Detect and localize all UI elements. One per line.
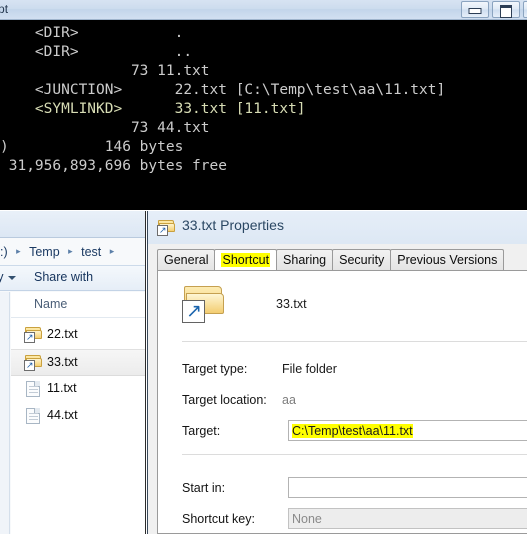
text-document-icon	[24, 380, 43, 397]
breadcrumb-item-drive[interactable]: :)	[0, 245, 8, 259]
console-line: 73 11.txt	[0, 63, 210, 79]
folder-shortcut-icon: ↗	[24, 354, 43, 371]
text-document-icon	[24, 407, 43, 424]
dialog-title: 33.txt Properties	[182, 217, 284, 233]
file-list[interactable]: Name ↗ 22.txt ↗ 33.txt 11.txt 44.txt	[11, 292, 145, 534]
console-output: <DIR> . <DIR> .. 73 11.txt <JUNCTION> 22…	[0, 20, 527, 210]
start-in-input[interactable]	[288, 477, 527, 498]
divider	[182, 341, 527, 342]
divider	[182, 454, 527, 455]
console-line: ) 146 bytes	[0, 139, 184, 155]
console-title-text: pt	[0, 2, 9, 16]
list-item-label: 44.txt	[47, 408, 78, 422]
tab-general[interactable]: General	[157, 249, 216, 270]
list-item-label: 11.txt	[47, 381, 77, 395]
console-line: <JUNCTION> 22.txt [C:\Temp\test\aa\11.tx…	[0, 82, 446, 98]
target-type-value: File folder	[282, 362, 337, 376]
explorer-titlebar	[0, 211, 145, 238]
tab-previous-versions[interactable]: Previous Versions	[390, 249, 505, 270]
list-item[interactable]: ↗ 22.txt	[11, 322, 145, 349]
folder-shortcut-icon: ↗	[24, 326, 43, 343]
minimize-button[interactable]	[461, 1, 489, 18]
breadcrumb-item-temp[interactable]: Temp	[29, 245, 60, 259]
minimize-icon	[468, 8, 482, 14]
target-input-value: C:\Temp\test\aa\11.txt	[292, 424, 413, 438]
target-type-label: Target type:	[182, 362, 248, 376]
maximize-icon	[500, 5, 512, 18]
column-header-row[interactable]: Name	[11, 292, 145, 318]
close-button[interactable]: ×	[523, 1, 527, 18]
console-line: 31,956,893,696 bytes free	[0, 158, 227, 174]
column-header-name[interactable]: Name	[34, 297, 67, 311]
chevron-right-icon: ▸	[68, 246, 73, 257]
tab-shortcut[interactable]: Shortcut	[214, 249, 278, 270]
target-location-value: aa	[282, 393, 296, 407]
shortcut-key-input-value: None	[292, 512, 322, 526]
shortcut-key-label: Shortcut key:	[182, 512, 255, 526]
breadcrumb-item-test[interactable]: test	[81, 245, 101, 259]
command-prompt-window: pt × <DIR> . <DIR> .. 73 11.txt <JUNCTIO…	[0, 0, 527, 210]
target-input[interactable]: C:\Temp\test\aa\11.txt	[288, 420, 527, 441]
list-item[interactable]: ↗ 33.txt	[11, 349, 145, 376]
organize-library-button[interactable]: rary	[0, 266, 16, 284]
folder-shortcut-icon: ↗	[182, 286, 226, 326]
console-line: 73 44.txt	[0, 120, 210, 136]
organize-library-label: rary	[0, 270, 4, 284]
file-explorer-window: :) ▸ Temp ▸ test ▸ rary Share with Name …	[0, 211, 146, 534]
console-line: <DIR> ..	[0, 44, 193, 60]
console-line: <DIR> .	[0, 25, 184, 41]
tab-shortcut-label: Shortcut	[221, 253, 271, 267]
chevron-right-icon: ▸	[16, 246, 21, 257]
target-label: Target:	[182, 424, 221, 438]
maximize-button[interactable]	[492, 1, 520, 18]
shortcut-header-row: ↗ 33.txt	[182, 286, 512, 334]
console-line: <SYMLINKD> 33.txt [11.txt]	[0, 101, 306, 117]
list-item[interactable]: 11.txt	[11, 376, 145, 403]
chevron-right-icon: ▸	[109, 246, 115, 257]
tab-sharing[interactable]: Sharing	[276, 249, 334, 270]
tab-security[interactable]: Security	[332, 249, 392, 270]
list-item-label: 22.txt	[47, 327, 78, 341]
folder-shortcut-icon: ↗	[157, 219, 176, 236]
properties-dialog: ↗ 33.txt Properties General Shortcut Shari…	[147, 211, 527, 534]
shortcut-key-input[interactable]: None	[288, 508, 527, 529]
share-with-button[interactable]: Share with	[34, 266, 93, 284]
breadcrumb[interactable]: :) ▸ Temp ▸ test ▸	[0, 243, 145, 265]
explorer-toolbar: rary Share with	[0, 265, 145, 291]
shortcut-tab-panel: ↗ 33.txt Target type: File folder Target…	[157, 270, 527, 534]
target-location-label: Target location:	[182, 393, 267, 407]
tab-strip: General Shortcut Sharing Security Previous V…	[157, 249, 527, 271]
shortcut-name-label: 33.txt	[276, 297, 307, 311]
chevron-down-icon	[7, 275, 16, 280]
dialog-titlebar[interactable]: ↗ 33.txt Properties	[148, 211, 527, 244]
list-item[interactable]: 44.txt	[11, 403, 145, 430]
console-titlebar[interactable]: pt ×	[0, 0, 527, 20]
list-item-label: 33.txt	[47, 355, 78, 369]
navigation-pane[interactable]	[0, 292, 10, 534]
start-in-label: Start in:	[182, 481, 226, 495]
